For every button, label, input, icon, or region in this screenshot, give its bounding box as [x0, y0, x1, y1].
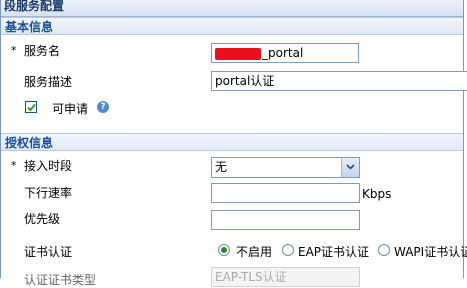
radio-cert-eap[interactable]	[282, 244, 294, 256]
required-marker: *	[11, 159, 17, 172]
question-circle-icon[interactable]: ?	[97, 101, 109, 113]
section-header-auth: 授权信息	[1, 133, 463, 151]
dialog-title-bar: 段服务配置	[1, 0, 463, 17]
access-period-label: 接入时段	[24, 159, 73, 173]
cert-type-label: 认证证书类型	[24, 273, 97, 287]
radio-cert-disabled[interactable]	[218, 244, 230, 256]
radio-cert-wapi[interactable]	[378, 244, 390, 256]
dialog-frame: 段服务配置 基本信息 * 服务名 _portal 服务描述 portal认证 可…	[0, 0, 467, 287]
chevron-down-icon	[346, 164, 355, 170]
rate-unit-label: Kbps	[362, 187, 392, 201]
section-title-auth: 授权信息	[5, 136, 54, 150]
service-desc-input[interactable]: portal认证	[211, 71, 467, 91]
radio-label-cert-eap: EAP证书认证	[298, 245, 370, 259]
downlink-rate-label: 下行速率	[24, 186, 73, 200]
section-header-basic: 基本信息	[1, 17, 463, 35]
applicable-label: 可申请	[52, 102, 89, 116]
service-desc-label: 服务描述	[24, 75, 73, 89]
service-name-label: 服务名	[24, 44, 61, 58]
priority-label: 优先级	[24, 212, 61, 226]
access-period-select[interactable]: 无	[211, 157, 360, 178]
check-icon	[27, 103, 36, 112]
dialog-title: 段服务配置	[4, 0, 65, 13]
service-name-input[interactable]: _portal	[211, 43, 359, 63]
cert-auth-label: 证书认证	[24, 245, 73, 259]
radio-label-cert-wapi: WAPI证书认证	[394, 245, 467, 259]
dropdown-button[interactable]	[341, 158, 359, 177]
section-title-basic: 基本信息	[5, 20, 54, 34]
priority-input[interactable]	[211, 210, 360, 230]
downlink-rate-input[interactable]	[211, 183, 360, 203]
required-marker: *	[11, 44, 17, 57]
redacted-text	[215, 47, 261, 60]
cert-type-input[interactable]: EAP-TLS认证	[211, 267, 360, 287]
radio-label-cert-disabled: 不启用	[236, 245, 273, 259]
applicable-checkbox[interactable]	[25, 101, 37, 113]
